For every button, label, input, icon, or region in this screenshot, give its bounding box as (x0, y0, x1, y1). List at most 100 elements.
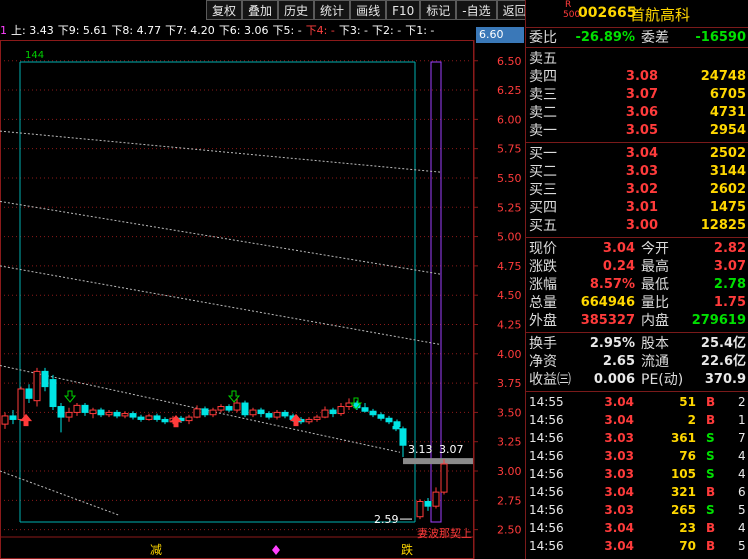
candle-body[interactable] (17, 388, 25, 420)
candle-body[interactable] (305, 418, 313, 423)
candle-body[interactable] (321, 409, 329, 418)
statistics-button[interactable]: 统计 (314, 0, 351, 20)
tick-price: 3.03 (604, 467, 634, 481)
candle-body[interactable] (81, 404, 89, 413)
candle-body[interactable] (273, 411, 281, 418)
tick-row[interactable]: 14:56 3.03 361 S 7 (526, 429, 748, 447)
sell-level-row[interactable]: 卖三 3.07 6705 (526, 86, 748, 104)
candle-body[interactable] (265, 413, 273, 418)
candle-body[interactable] (105, 411, 113, 416)
candle-body[interactable] (241, 402, 249, 416)
candle-body[interactable] (137, 416, 145, 420)
tick-price: 3.03 (604, 449, 634, 463)
tick-row[interactable]: 14:56 3.03 265 S 5 (526, 501, 748, 519)
quote-label: 内盘 (641, 313, 669, 329)
buy-order-book: 买一 3.04 2502 买二 3.03 3144 买三 3.02 2602 买四 3.01 1475… (526, 143, 748, 238)
candle-body[interactable] (113, 411, 121, 417)
candle-body[interactable] (233, 402, 241, 411)
candle-body[interactable] (369, 410, 377, 416)
candle-body[interactable] (129, 413, 137, 418)
level-label: 卖一 (529, 123, 557, 139)
candle-body[interactable] (249, 409, 257, 416)
candle-body[interactable] (49, 379, 57, 408)
candle-body[interactable] (440, 463, 448, 493)
level-label: 买二 (529, 164, 557, 180)
candle-body[interactable] (424, 500, 432, 507)
candlestick-chart[interactable]: 6.50 6.25 6.00 5.75 5.50 5.25 5.00 4.75 4.50 4.25… (0, 40, 525, 559)
tick-row[interactable]: 14:56 3.04 70 B 5 (526, 537, 748, 555)
sell-level-row[interactable]: 卖一 3.05 2954 (526, 122, 748, 140)
buy-level-row[interactable]: 买二 3.03 3144 (526, 163, 748, 181)
candle-body[interactable] (392, 425, 400, 430)
candle-body[interactable] (201, 408, 209, 416)
candle-body[interactable] (329, 409, 337, 415)
candle-body[interactable] (217, 406, 225, 411)
candle-body[interactable] (209, 409, 217, 416)
candle-body[interactable] (89, 409, 97, 415)
tick-row[interactable]: 14:56 3.04 321 B 6 (526, 483, 748, 501)
candle-body[interactable] (416, 500, 424, 518)
candle-body[interactable] (97, 409, 105, 416)
candle-body[interactable] (145, 415, 153, 420)
y-tick-label: 2.50 (497, 524, 522, 537)
candle-body[interactable] (121, 413, 129, 417)
candle-body[interactable] (225, 406, 233, 411)
candle-body[interactable] (9, 415, 17, 420)
sell-order-book: 卖五 卖四 3.08 24748 卖三 3.07 6705 卖二 3.06 4731 卖一 3.05 2… (526, 48, 748, 143)
candle-body[interactable] (41, 370, 49, 388)
candle-body[interactable] (399, 428, 407, 446)
fundamental-label: 收益㈢ (529, 372, 571, 388)
candle-body[interactable] (393, 421, 401, 427)
candle-body[interactable] (65, 411, 73, 418)
candle-body[interactable] (377, 414, 385, 419)
level-volume: 24748 (700, 69, 746, 84)
sell-level-row[interactable]: 卖四 3.08 24748 (526, 68, 748, 86)
tick-count: 4 (738, 467, 746, 481)
buy-level-row[interactable]: 买一 3.04 2502 (526, 145, 748, 163)
price-band (403, 458, 473, 465)
tick-price: 3.04 (604, 485, 634, 499)
candle-body[interactable] (337, 406, 345, 415)
level-volume: 3144 (709, 164, 746, 179)
sell-level-row[interactable]: 卖五 (526, 50, 748, 68)
level-price: 3.07 (625, 87, 658, 102)
tick-row[interactable]: 14:56 3.03 105 S 4 (526, 465, 748, 483)
candle-body[interactable] (1, 415, 9, 425)
sell-level-row[interactable]: 卖二 3.06 4731 (526, 104, 748, 122)
remove-watchlist-button[interactable]: -自选 (456, 0, 497, 20)
candle-body[interactable] (153, 415, 161, 420)
candle-body[interactable] (57, 406, 65, 418)
candle-body[interactable] (25, 388, 33, 399)
candle-body[interactable] (257, 409, 265, 415)
candle-body[interactable] (73, 404, 81, 413)
history-button[interactable]: 历史 (278, 0, 315, 20)
buy-level-row[interactable]: 买四 3.01 1475 (526, 199, 748, 217)
tick-row[interactable]: 14:56 3.04 23 B 4 (526, 519, 748, 537)
candle-body[interactable] (193, 408, 201, 418)
candle-body[interactable] (432, 491, 440, 507)
candle-body[interactable] (313, 416, 321, 420)
tick-row[interactable]: 14:55 3.04 51 B 2 (526, 393, 748, 411)
y-tick-label: 3.75 (497, 377, 522, 390)
tick-row[interactable]: 14:56 3.03 76 S 4 (526, 447, 748, 465)
level-volume: 1475 (709, 200, 746, 215)
buy-level-row[interactable]: 买五 3.00 12825 (526, 217, 748, 235)
restore-rights-button[interactable]: 复权 (206, 0, 243, 20)
tick-direction: S (706, 503, 715, 517)
draw-line-button[interactable]: 画线 (350, 0, 387, 20)
candle-body[interactable] (385, 417, 393, 423)
tick-trades-list[interactable]: 14:55 3.04 51 B 2 14:56 3.04 2 B 1 14:56 3.03 361 S 7 1… (526, 392, 748, 556)
overlay-button[interactable]: 叠加 (242, 0, 279, 20)
candle-body[interactable] (161, 418, 169, 423)
candle-body[interactable] (33, 370, 41, 402)
mark-button[interactable]: 标记 (420, 0, 457, 20)
f10-button[interactable]: F10 (386, 0, 421, 20)
candle-body[interactable] (185, 416, 193, 422)
candle-body[interactable] (281, 411, 289, 417)
tick-row[interactable]: 14:56 3.04 2 B 1 (526, 411, 748, 429)
buy-level-row[interactable]: 买三 3.02 2602 (526, 181, 748, 199)
quote-value: 664946 (580, 295, 635, 310)
tick-volume: 2 (687, 413, 696, 427)
candle-body[interactable] (361, 407, 369, 412)
level-volume: 2502 (709, 146, 746, 161)
